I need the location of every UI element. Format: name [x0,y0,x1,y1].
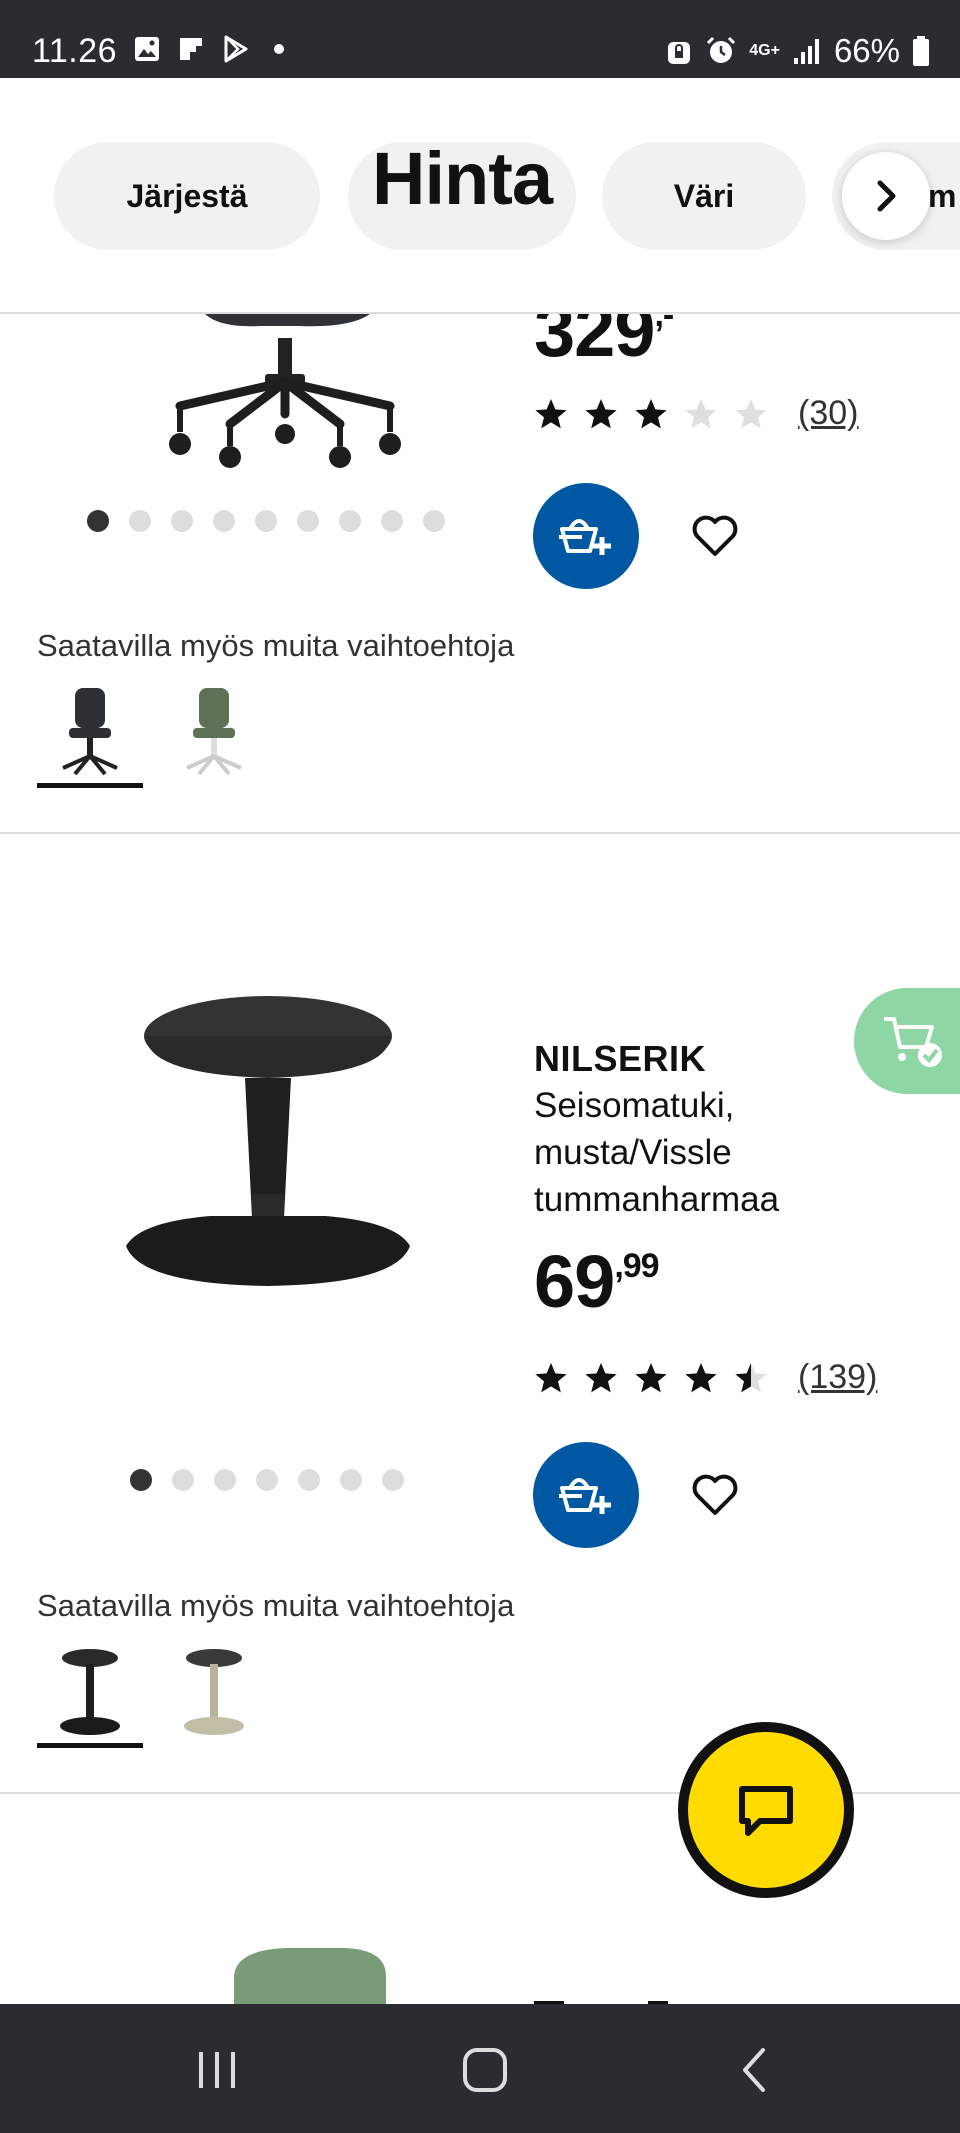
variant-list [37,680,267,788]
home-button[interactable] [455,2042,515,2098]
system-navigation-bar [0,2004,960,2133]
star-filled-icon [635,1362,667,1392]
rating-stars [534,1361,768,1395]
carousel-dot[interactable] [298,1469,320,1491]
price-integer: 69 [534,1240,615,1323]
vpn-lock-icon [668,42,691,64]
carousel-dot[interactable] [339,510,361,532]
carousel-dot[interactable] [297,510,319,532]
notification-icons [132,34,294,64]
heart-icon [692,1474,738,1515]
carousel-dot[interactable] [381,510,403,532]
price-integer: 329 [534,289,655,372]
dot-icon [274,44,284,54]
network-type: 4G+ [749,42,780,59]
variants-label: Saatavilla myös muita vaihtoehtoja [37,1588,515,1623]
product-description: Seisomatuki, musta/Vissle tummanharmaa [534,1086,780,1219]
signal-icon [793,39,819,64]
star-empty-icon [735,398,767,428]
price: 329 ,- [534,294,673,368]
star-empty-icon [685,398,717,428]
variant-thumbnail [186,688,242,776]
star-filled-icon [585,398,617,428]
chat-icon [739,1786,793,1836]
carousel-dot[interactable] [130,1469,152,1491]
color-filter-button[interactable]: Väri [602,142,806,250]
variants-label: Saatavilla myös muita vaihtoehtoja [37,628,515,663]
variant-beige-stool[interactable] [161,1640,267,1744]
carousel-dot[interactable] [87,510,109,532]
carousel-dot[interactable] [423,510,445,532]
play-store-icon [224,35,248,63]
flipboard-icon [180,38,202,60]
image-carousel-dots[interactable] [87,510,445,532]
chevron-right-icon [877,180,896,212]
variant-thumbnail [184,1649,244,1735]
carousel-dot[interactable] [213,510,235,532]
add-to-basket-icon [559,1478,611,1514]
product-rating[interactable]: (139) [534,1358,877,1397]
chat-button[interactable] [678,1722,854,1898]
recent-apps-button[interactable] [187,2042,247,2098]
favourite-button[interactable] [688,509,742,563]
product-image-standing-support[interactable] [120,986,420,1286]
star-filled-icon [535,398,567,428]
favourite-button[interactable] [688,1468,742,1522]
variant-thumbnail [60,1649,120,1735]
product-image-office-chair[interactable] [150,314,420,474]
price-decimal: ,99 [614,1247,659,1285]
product-card: NILSERIK Seisomatuki, musta/Vissle tumma… [0,836,960,1794]
product-name: NILSERIK [534,1038,707,1079]
carousel-dot[interactable] [129,510,151,532]
star-filled-icon [535,1362,567,1392]
gallery-icon [135,37,159,61]
alarm-icon [707,36,736,63]
filter-bar: Järjestä Hinta Väri m [0,78,960,314]
heart-icon [692,515,738,556]
carousel-dot[interactable] [256,1469,278,1491]
carousel-dot[interactable] [172,1469,194,1491]
sort-button[interactable]: Järjestä [54,142,320,250]
back-button[interactable] [725,2042,785,2098]
product-info[interactable]: NILSERIK Seisomatuki, musta/Vissle tumma… [534,1038,874,1319]
add-to-cart-button[interactable] [533,483,639,589]
star-filled-icon [585,1362,617,1392]
variant-list [37,1640,267,1748]
product-rating[interactable]: (30) [534,394,858,433]
add-to-basket-icon [559,519,611,555]
star-filled-icon [685,1362,717,1392]
review-count-link[interactable]: (30) [798,394,858,433]
carousel-dot[interactable] [214,1469,236,1491]
variant-black-office-chair[interactable] [37,680,143,788]
product-image-green-chair[interactable] [226,1946,392,2004]
battery-icon [913,36,929,66]
price: 69,99 [534,1245,874,1319]
back-icon [743,2048,765,2092]
rating-stars [534,397,768,431]
review-count-link[interactable]: (139) [798,1358,877,1397]
carousel-dot[interactable] [171,510,193,532]
carousel-dot[interactable] [382,1469,404,1491]
home-icon [463,2048,507,2092]
product-card: 329 ,- (30) Saatavilla myös muita vaihtoe… [0,314,960,834]
price-decimal: ,- [654,296,674,334]
image-carousel-dots[interactable] [130,1469,404,1491]
carousel-dot[interactable] [255,510,277,532]
variant-black-stool[interactable] [37,1640,143,1748]
recent-apps-icon [199,2052,235,2088]
scroll-filters-right-button[interactable] [842,152,930,240]
variant-green-office-chair[interactable] [161,680,267,784]
system-indicators: 4G+ 66% [665,32,930,70]
carousel-dot[interactable] [340,1469,362,1491]
star-filled-icon [635,398,667,428]
status-time: 11.26 [32,32,118,70]
price-filter-button[interactable]: Hinta [348,142,576,250]
cart-check-icon [884,1017,942,1067]
add-to-cart-button[interactable] [533,1442,639,1548]
status-bar: 11.26 4G+ 66% [0,0,960,78]
star-half-icon [735,1362,767,1392]
product-name-partial [534,1992,694,2004]
battery-percent: 66% [833,32,900,69]
variant-thumbnail [62,688,118,776]
